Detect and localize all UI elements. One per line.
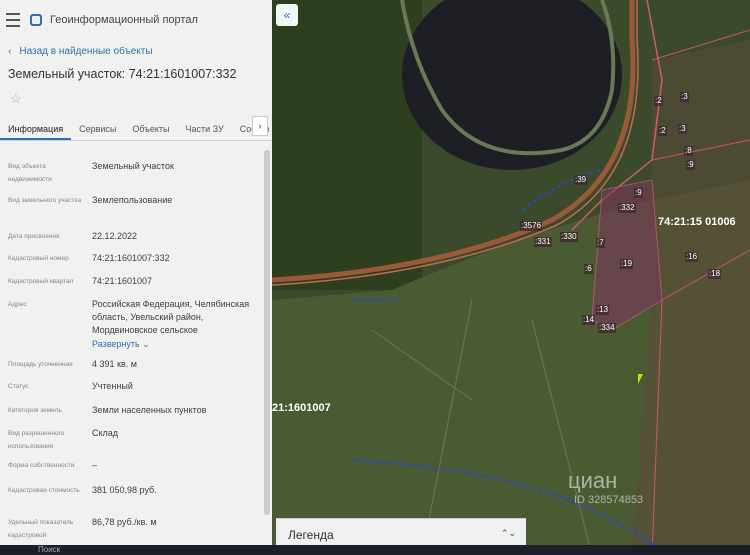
property-value: – xyxy=(92,460,98,470)
map-view[interactable]: 74:21:15 01006 21:1601007 :2 :3 :2 :3 :8… xyxy=(272,0,750,555)
top-bar: Геоинформационный портал xyxy=(0,0,272,40)
property-value: Земельный участок xyxy=(92,161,174,171)
property-value: 74:21:1601007:332 xyxy=(92,253,170,263)
panel-scrollbar[interactable] xyxy=(264,150,270,515)
parcel-label[interactable]: :13 xyxy=(596,305,610,315)
property-label: Адрес xyxy=(8,301,27,308)
quarter-label-left: 21:1601007 xyxy=(272,402,331,414)
parcel-label[interactable]: :330 xyxy=(560,232,578,242)
property-value: 86,78 руб./кв. м xyxy=(92,517,157,527)
taskbar: Поиск xyxy=(0,545,750,555)
property-value: 22.12.2022 xyxy=(92,231,138,241)
page-title: Земельный участок: 74:21:1601007:332 xyxy=(8,67,237,81)
collapse-panel-button[interactable]: « xyxy=(276,4,298,26)
property-value: 74:21:1601007 xyxy=(92,276,153,286)
property-value: Российская Федерация, Челябинская област… xyxy=(92,299,250,335)
parcel-label[interactable]: :9 xyxy=(634,188,643,198)
expand-address-label: Развернуть xyxy=(92,339,140,349)
property-label: Кадастровая стоимость xyxy=(8,487,80,494)
chevron-updown-icon: ⌃⌄ xyxy=(500,528,516,538)
parcel-label[interactable]: :18 xyxy=(708,269,722,279)
property-label: Статус xyxy=(8,383,29,390)
parcel-label[interactable]: :3 xyxy=(678,124,687,134)
parcel-label[interactable]: :2 xyxy=(654,96,663,106)
property-label: Вид земельного участка xyxy=(8,197,82,204)
tab-objects[interactable]: Объекты xyxy=(124,124,177,140)
parcel-label[interactable]: :7 xyxy=(596,238,605,248)
chevron-left-icon: ‹ xyxy=(8,46,12,57)
tab-parts[interactable]: Части ЗУ xyxy=(178,124,232,140)
property-label: Форма собственности xyxy=(8,462,75,469)
property-label: Кадастровый номер xyxy=(8,255,69,262)
quarter-label-right: 74:21:15 01006 xyxy=(658,216,736,228)
tabs-scroll-right-button[interactable]: › xyxy=(252,116,268,136)
parcel-label[interactable]: :6 xyxy=(584,264,593,274)
parcel-label[interactable]: :19 xyxy=(620,259,634,269)
parcel-label[interactable]: :334 xyxy=(598,323,616,333)
parcel-label[interactable]: :14 xyxy=(582,315,596,325)
legend-label: Легенда xyxy=(288,527,334,542)
property-label: Дата присвоения xyxy=(8,233,60,240)
parcel-label[interactable]: :3576 xyxy=(520,221,543,231)
property-label: Площадь уточненная xyxy=(8,361,73,368)
property-value: Землепользование xyxy=(92,195,173,205)
property-value: Склад xyxy=(92,428,119,438)
property-label: Кадастровый квартал xyxy=(8,278,74,285)
tab-info[interactable]: Информация xyxy=(0,124,72,140)
parcel-label[interactable]: :2 xyxy=(658,126,667,136)
tab-services[interactable]: Сервисы xyxy=(71,124,124,140)
back-link-label: Назад в найденные объекты xyxy=(19,46,153,57)
watermark-id: ID 328574853 xyxy=(574,494,644,506)
mouse-cursor-icon xyxy=(638,374,643,384)
watermark: циан xyxy=(568,468,618,493)
property-value: 4 391 кв. м xyxy=(92,359,137,369)
back-link[interactable]: ‹ Назад в найденные объекты xyxy=(0,40,272,57)
menu-icon[interactable] xyxy=(6,13,20,27)
taskbar-search[interactable]: Поиск xyxy=(38,545,60,554)
portal-logo-icon xyxy=(30,14,42,26)
property-label: Вид объекта недвижимости xyxy=(8,163,52,183)
parcel-label[interactable]: :39 xyxy=(574,175,588,185)
property-value: Учтенный xyxy=(92,381,133,391)
parcel-label[interactable]: :332 xyxy=(618,203,636,213)
property-value: 381 050,98 руб. xyxy=(92,485,157,495)
double-chevron-left-icon: « xyxy=(283,8,291,22)
property-value: Земли населенных пунктов xyxy=(92,405,207,415)
app-title: Геоинформационный портал xyxy=(50,14,198,26)
property-label: Вид разрешенного использования xyxy=(8,430,65,450)
parcel-label[interactable]: :331 xyxy=(534,237,552,247)
tab-bar: Информация Сервисы Объекты Части ЗУ Сост… xyxy=(0,114,272,141)
property-label: Удельный показатель кадастровой xyxy=(8,519,74,539)
property-label: Категория земель xyxy=(8,407,62,414)
parcel-label[interactable]: :16 xyxy=(685,252,699,262)
favorite-star-icon[interactable]: ☆ xyxy=(0,81,272,111)
chevron-down-icon: ⌄ xyxy=(142,339,150,349)
parcel-label[interactable]: :3 xyxy=(680,92,689,102)
parcel-label[interactable]: :9 xyxy=(686,160,695,170)
satellite-imagery xyxy=(272,0,750,555)
expand-address-link[interactable]: Развернуть ⌄ xyxy=(92,338,252,351)
parcel-label[interactable]: :8 xyxy=(684,146,693,156)
info-panel: Геоинформационный портал ‹ Назад в найде… xyxy=(0,0,272,545)
